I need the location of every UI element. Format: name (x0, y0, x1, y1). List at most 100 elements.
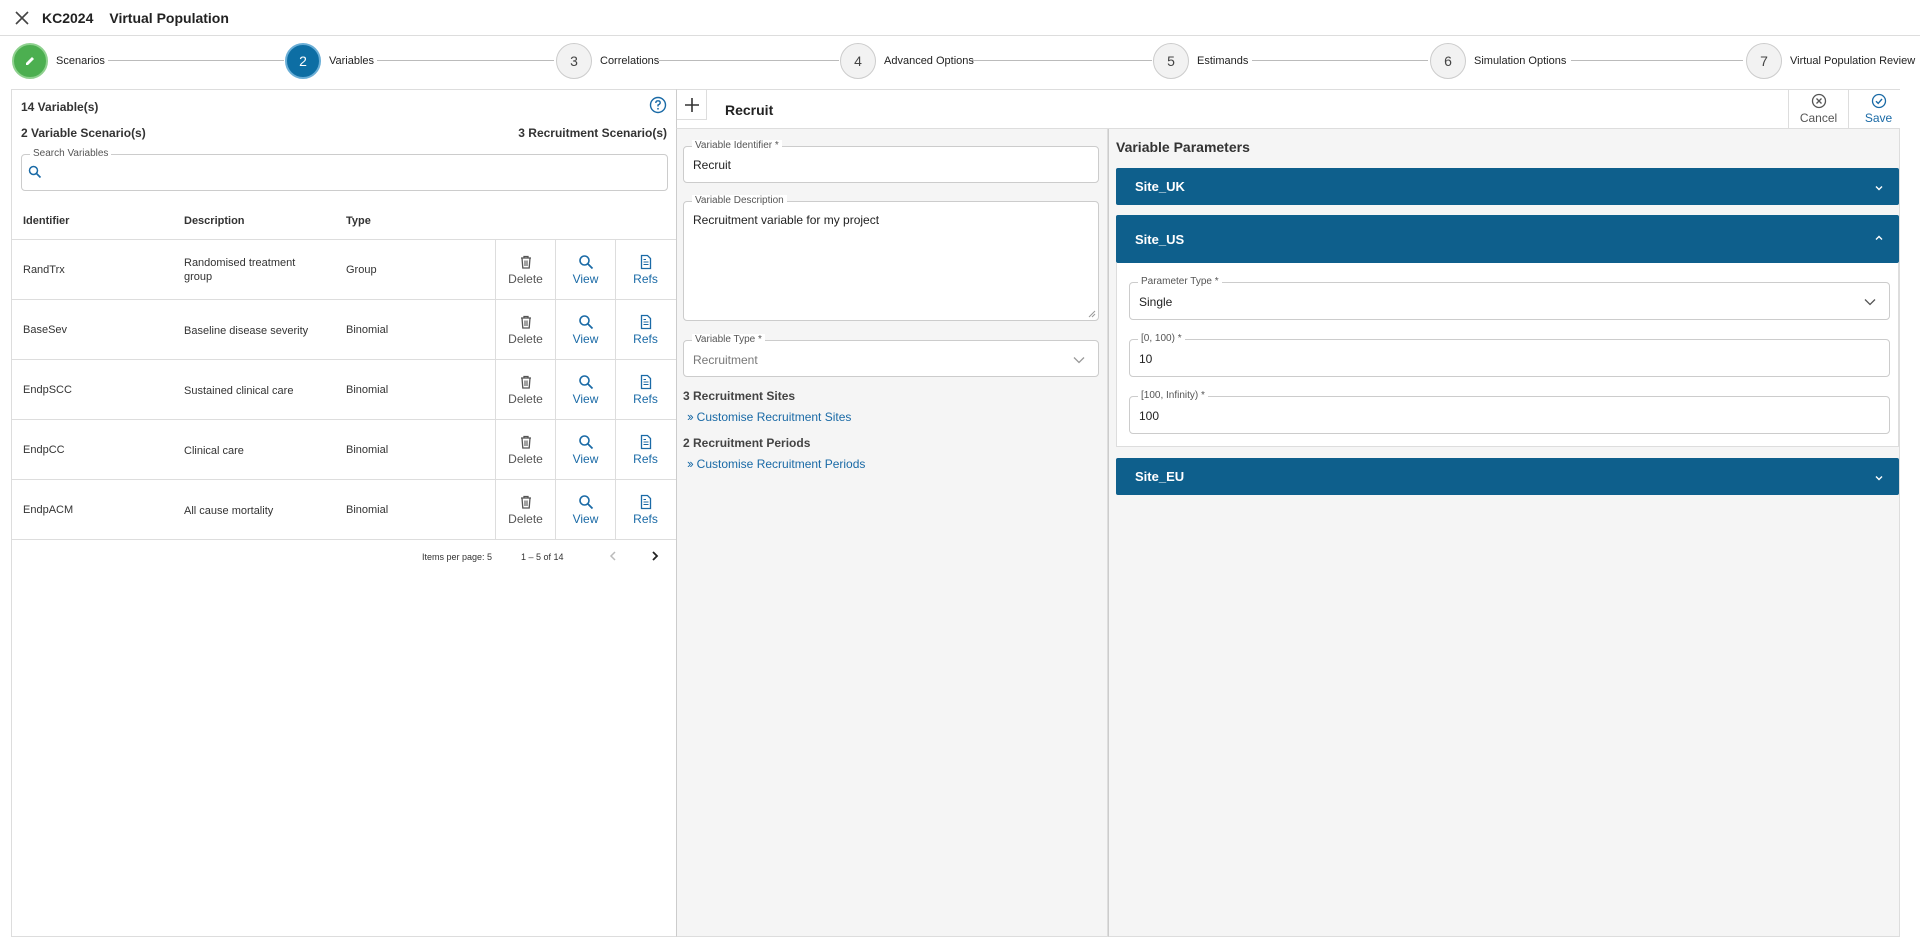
cancel-button[interactable]: Cancel (1788, 90, 1848, 128)
trash-icon (520, 315, 531, 329)
recruitment-scenarios-count: 3 Recruitment Scenario(s) (518, 126, 667, 140)
view-button[interactable]: View (555, 240, 615, 299)
view-label: View (572, 331, 599, 346)
variable-type-select[interactable]: Variable Type * Recruitment (683, 334, 1099, 377)
step-label: Simulation Options (1474, 55, 1567, 67)
items-per-page[interactable]: Items per page: 5 (422, 552, 492, 562)
variable-scenarios-count: 2 Variable Scenario(s) (21, 126, 146, 140)
double-chevron-right-icon: ›› (687, 409, 694, 424)
view-button[interactable]: View (555, 360, 615, 419)
delete-button[interactable]: Delete (495, 420, 555, 479)
accordion-title: Site_UK (1135, 179, 1185, 194)
app-title: Virtual Population (109, 9, 229, 26)
view-button[interactable]: View (555, 420, 615, 479)
help-icon[interactable] (649, 96, 667, 114)
variable-count: 14 Variable(s) (21, 100, 99, 114)
chevron-up-icon (1875, 235, 1883, 240)
add-icon[interactable] (677, 90, 707, 120)
step-virtual-population-review[interactable]: 7 Virtual Population Review (1746, 42, 1915, 80)
view-label: View (572, 511, 599, 526)
page-range: 1 – 5 of 14 (521, 552, 564, 562)
step-correlations[interactable]: 3 Correlations (556, 42, 659, 80)
search-label: Search Variables (30, 148, 112, 159)
table-row[interactable]: EndpACM All cause mortality Binomial Del… (12, 480, 677, 540)
table-row[interactable]: BaseSev Baseline disease severity Binomi… (12, 300, 677, 360)
chevron-down-icon (1875, 186, 1883, 191)
wizard-stepper: Scenarios 2 Variables 3 Correlations 4 A… (0, 40, 1920, 82)
variable-identifier-input[interactable]: Recruit (693, 158, 731, 172)
variable-description-textarea[interactable]: Recruitment variable for my project (693, 213, 879, 227)
step-variables[interactable]: 2 Variables (285, 42, 374, 80)
step-scenarios[interactable]: Scenarios (12, 42, 105, 80)
delete-label: Delete (508, 451, 543, 466)
refs-button[interactable]: Refs (615, 240, 675, 299)
step-advanced-options[interactable]: 4 Advanced Options (840, 42, 974, 80)
table-row[interactable]: EndpCC Clinical care Binomial Delete Vie… (12, 420, 677, 480)
column-identifier[interactable]: Identifier (23, 215, 69, 227)
field-label: Parameter Type * (1138, 276, 1222, 288)
range-100-infinity-input[interactable]: 100 (1139, 409, 1159, 423)
customise-periods-link[interactable]: ›› Customise Recruitment Periods (687, 456, 865, 471)
delete-button[interactable]: Delete (495, 360, 555, 419)
refs-button[interactable]: Refs (615, 300, 675, 359)
customise-sites-link[interactable]: ›› Customise Recruitment Sites (687, 409, 851, 424)
cancel-label: Cancel (1799, 111, 1838, 125)
search-input[interactable] (48, 161, 658, 185)
variable-description-field[interactable]: Variable Description Recruitment variabl… (683, 195, 1099, 321)
parameter-type-select[interactable]: Parameter Type * Single (1129, 276, 1890, 320)
refs-button[interactable]: Refs (615, 420, 675, 479)
document-icon (640, 434, 651, 449)
table-row[interactable]: RandTrx Randomised treatment group Group… (12, 240, 677, 300)
customise-sites-label: Customise Recruitment Sites (696, 409, 852, 424)
search-icon (578, 314, 593, 329)
range-0-100-input[interactable]: 10 (1139, 352, 1152, 366)
trash-icon (520, 255, 531, 269)
row-description: Baseline disease severity (184, 325, 309, 337)
site-eu-accordion[interactable]: Site_EU (1116, 458, 1899, 495)
table-row[interactable]: EndpSCC Sustained clinical care Binomial… (12, 360, 677, 420)
variable-identifier-field[interactable]: Variable Identifier * Recruit (683, 140, 1099, 183)
step-number: 4 (840, 43, 876, 79)
double-chevron-right-icon: ›› (687, 456, 694, 471)
step-simulation-options[interactable]: 6 Simulation Options (1430, 42, 1566, 80)
trash-icon (520, 495, 531, 509)
search-field[interactable]: Search Variables (21, 148, 668, 191)
site-uk-accordion[interactable]: Site_UK (1116, 168, 1899, 205)
close-icon[interactable] (12, 8, 32, 28)
site-us-body: Parameter Type * Single [0, 100) * 10 [1… (1116, 263, 1899, 447)
view-label: View (572, 271, 599, 286)
accordion-title: Site_EU (1135, 469, 1185, 484)
search-icon (578, 494, 593, 509)
document-icon (640, 494, 651, 509)
column-type[interactable]: Type (346, 215, 371, 227)
search-icon (578, 374, 593, 389)
site-us-accordion[interactable]: Site_US (1116, 215, 1899, 263)
step-estimands[interactable]: 5 Estimands (1153, 42, 1248, 80)
search-icon (578, 254, 593, 269)
customise-periods-label: Customise Recruitment Periods (696, 456, 866, 471)
column-description[interactable]: Description (184, 215, 245, 227)
chevron-left-icon[interactable] (604, 547, 622, 565)
row-description: Sustained clinical care (184, 385, 294, 397)
view-button[interactable]: View (555, 300, 615, 359)
row-identifier: EndpSCC (23, 384, 72, 396)
refs-button[interactable]: Refs (615, 360, 675, 419)
chevron-right-icon[interactable] (646, 547, 664, 565)
delete-button[interactable]: Delete (495, 300, 555, 359)
resize-handle-icon[interactable] (1088, 310, 1096, 318)
refs-label: Refs (633, 391, 658, 406)
document-icon (640, 254, 651, 269)
trash-icon (520, 435, 531, 449)
view-button[interactable]: View (555, 480, 615, 539)
range-0-100-field[interactable]: [0, 100) * 10 (1129, 333, 1890, 377)
field-label: [100, Infinity) * (1138, 390, 1208, 402)
save-button[interactable]: Save (1848, 90, 1908, 128)
refs-label: Refs (633, 511, 658, 526)
step-number: 7 (1746, 43, 1782, 79)
delete-button[interactable]: Delete (495, 480, 555, 539)
field-label: Variable Type * (692, 334, 765, 346)
delete-button[interactable]: Delete (495, 240, 555, 299)
range-100-infinity-field[interactable]: [100, Infinity) * 100 (1129, 390, 1890, 434)
refs-button[interactable]: Refs (615, 480, 675, 539)
field-label: [0, 100) * (1138, 333, 1185, 345)
